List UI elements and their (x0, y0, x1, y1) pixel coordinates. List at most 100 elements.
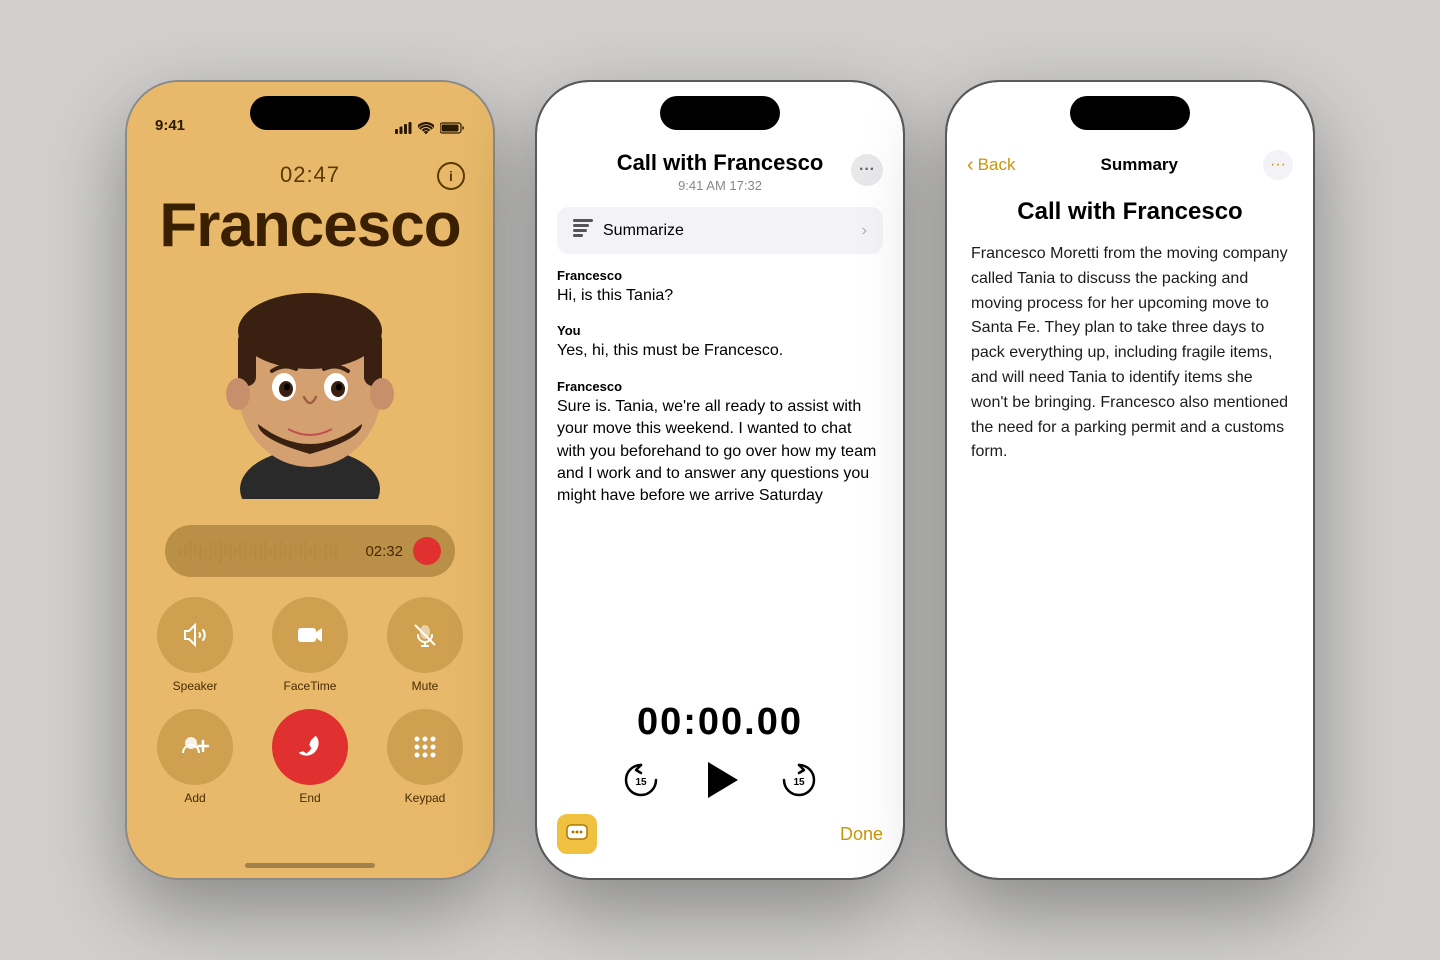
add-label: Add (184, 791, 205, 805)
transcript-content: Francesco Hi, is this Tania? You Yes, hi… (537, 268, 903, 691)
signal-icon-2 (805, 122, 822, 134)
home-indicator-2 (655, 863, 785, 868)
playback-area: 00:00.00 15 15 (537, 691, 903, 806)
summary-more-button[interactable]: ··· (1263, 150, 1293, 180)
call-duration: 02:47 (280, 162, 340, 188)
summary-title: Call with Francesco (971, 198, 1289, 226)
more-button[interactable]: ··· (851, 154, 883, 186)
battery-icon-2 (850, 122, 875, 134)
controls-row-1: Speaker FaceTime Mute (157, 597, 463, 693)
end-call-icon (294, 731, 326, 763)
transcript-text-2: Sure is. Tania, we're all ready to assis… (557, 396, 883, 508)
transcript-title: Call with Francesco (557, 150, 883, 176)
transcript-screen: Call with Francesco 9:41 AM 17:32 ··· Su… (537, 82, 903, 878)
mute-icon (411, 621, 439, 649)
record-dot (413, 537, 441, 565)
battery-icon-3 (1260, 122, 1285, 134)
speaker-label: Speaker (173, 679, 218, 693)
svg-text:15: 15 (793, 777, 805, 788)
wifi-icon (418, 122, 434, 134)
controls-row-2: Add End Keypad (157, 709, 463, 805)
transcript-subtitle: 9:41 AM 17:32 (557, 178, 883, 193)
signal-icon-3 (1215, 122, 1232, 134)
facetime-button[interactable] (272, 597, 348, 673)
transcript-text-1: Yes, hi, this must be Francesco. (557, 340, 883, 362)
speaker-button[interactable] (157, 597, 233, 673)
phone-active-call: 9:41 i 02:47 Francesco (125, 80, 495, 880)
phone-transcript: 9:41 Call with Francesco 9:41 AM 17:32 ·… (535, 80, 905, 880)
summary-screen: ‹ Back Summary ··· Call with Francesco F… (947, 82, 1313, 878)
add-button[interactable] (157, 709, 233, 785)
home-indicator-1 (245, 863, 375, 868)
keypad-label: Keypad (405, 791, 446, 805)
mute-wrapper: Mute (387, 597, 463, 693)
bubble-icon (566, 824, 588, 844)
back-chevron-icon: ‹ (967, 154, 974, 177)
end-button[interactable] (272, 709, 348, 785)
summarize-chevron-icon: › (862, 222, 867, 240)
waveform (179, 537, 355, 565)
end-wrapper: End (272, 709, 348, 805)
add-wrapper: Add (157, 709, 233, 805)
memoji-avatar (190, 269, 430, 509)
dynamic-island-3 (1070, 96, 1190, 130)
transcript-msg-1: You Yes, hi, this must be Francesco. (557, 323, 883, 362)
summary-nav-title: Summary (1100, 155, 1177, 175)
battery-icon (440, 122, 465, 134)
summary-more-icon: ··· (1270, 156, 1286, 174)
play-button[interactable] (698, 758, 742, 802)
skip-back-button[interactable]: 15 (620, 759, 662, 801)
facetime-wrapper: FaceTime (272, 597, 348, 693)
status-time-1: 9:41 (155, 117, 185, 134)
recording-bar: 02:32 (165, 525, 455, 577)
summarize-left: Summarize (573, 219, 684, 242)
info-button[interactable]: i (437, 162, 465, 190)
mute-button[interactable] (387, 597, 463, 673)
skip-back-icon: 15 (620, 759, 662, 801)
dynamic-island-2 (660, 96, 780, 130)
back-label: Back (978, 155, 1016, 175)
playback-time: 00:00.00 (637, 701, 803, 744)
call-name: Francesco (159, 190, 460, 261)
facetime-icon (296, 621, 324, 649)
status-icons-3 (1215, 122, 1285, 134)
speaker-1: You (557, 323, 883, 338)
rec-time: 02:32 (365, 543, 403, 560)
end-label: End (299, 791, 320, 805)
home-indicator-3 (1065, 863, 1195, 868)
summary-content: Call with Francesco Francesco Moretti fr… (947, 190, 1313, 485)
keypad-wrapper: Keypad (387, 709, 463, 805)
playback-controls: 15 15 (620, 758, 820, 802)
facetime-label: FaceTime (284, 679, 337, 693)
speaker-2: Francesco (557, 379, 883, 394)
svg-text:15: 15 (635, 777, 647, 788)
transcript-text-0: Hi, is this Tania? (557, 285, 883, 307)
keypad-button[interactable] (387, 709, 463, 785)
status-time-3: 9:41 (975, 117, 1005, 134)
speaker-icon (181, 621, 209, 649)
status-icons-1 (395, 122, 465, 134)
speaker-wrapper: Speaker (157, 597, 233, 693)
info-icon: i (449, 168, 453, 184)
bubble-button[interactable] (557, 814, 597, 854)
wifi-icon-2 (828, 122, 844, 134)
phone-summary: 9:41 ‹ Back Summary ··· Call with France… (945, 80, 1315, 880)
call-screen: i 02:47 Francesco (127, 82, 493, 878)
skip-forward-button[interactable]: 15 (778, 759, 820, 801)
keypad-icon (412, 734, 438, 760)
summarize-icon (573, 219, 593, 242)
summarize-text: Summarize (603, 222, 684, 240)
status-icons-2 (805, 122, 875, 134)
dynamic-island (250, 96, 370, 130)
play-icon (708, 762, 738, 798)
summarize-button[interactable]: Summarize › (557, 207, 883, 254)
wifi-icon-3 (1238, 122, 1254, 134)
done-button[interactable]: Done (840, 824, 883, 845)
transcript-msg-0: Francesco Hi, is this Tania? (557, 268, 883, 307)
back-button[interactable]: ‹ Back (967, 154, 1015, 177)
call-controls: Speaker FaceTime Mute (127, 597, 493, 805)
speaker-0: Francesco (557, 268, 883, 283)
add-icon (181, 733, 209, 761)
status-time-2: 9:41 (565, 117, 595, 134)
mute-label: Mute (412, 679, 439, 693)
